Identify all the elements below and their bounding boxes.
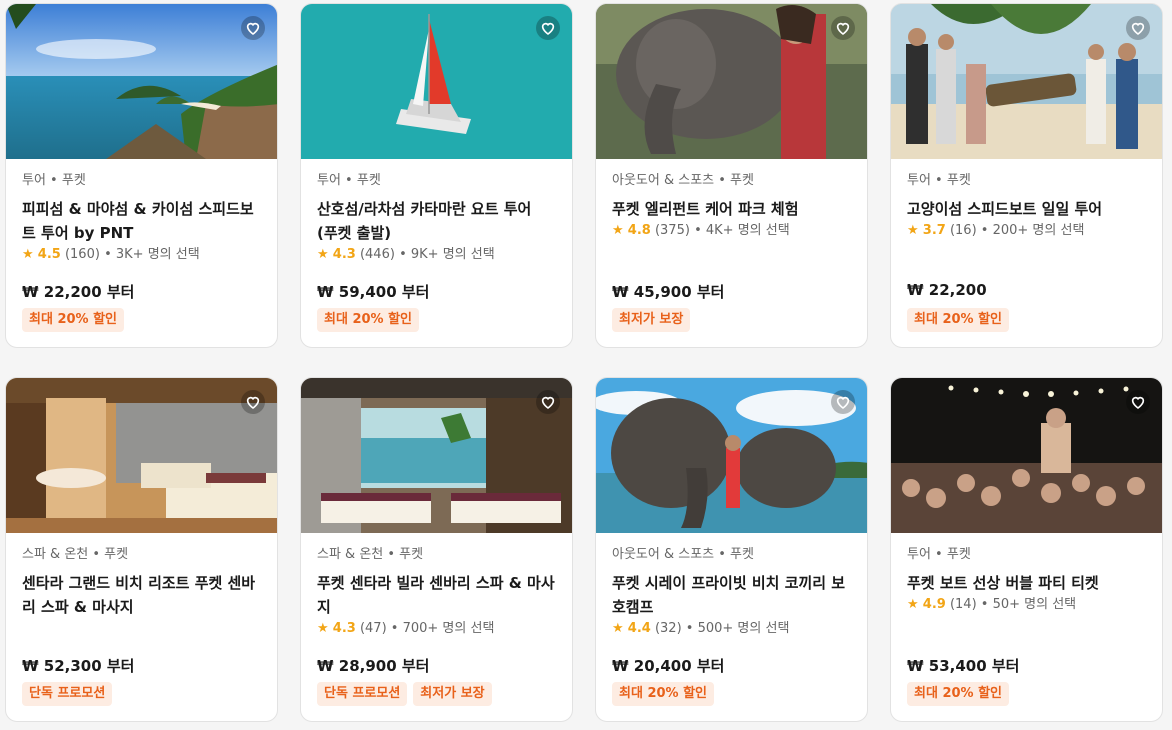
category-label: 투어 • 푸켓	[907, 547, 971, 562]
price: ₩ 53,400 부터	[907, 657, 1020, 675]
rating-score: 4.8	[627, 223, 651, 238]
promo-badge: 최저가 보장	[612, 308, 691, 332]
price: ₩ 59,400 부터	[317, 283, 430, 301]
activity-card[interactable]: 투어 • 푸켓 산호섬/라차섬 카타마란 요트 투어 (푸켓 출발) ★ 4.3…	[300, 3, 573, 348]
promo-badge: 최대 20% 할인	[907, 308, 1010, 332]
rating-score: 4.9	[922, 597, 946, 612]
price: ₩ 52,300 부터	[22, 657, 135, 675]
activity-card[interactable]: 아웃도어 & 스포츠 • 푸켓 푸켓 시레이 프라이빗 비치 코끼리 보호캠프 …	[595, 377, 868, 722]
rating-score: 4.3	[332, 247, 356, 262]
rating-score: 3.7	[922, 223, 946, 238]
promo-badge: 최대 20% 할인	[612, 682, 715, 706]
wishlist-heart-icon[interactable]	[536, 16, 560, 40]
booking-count: • 500+ 명의 선택	[685, 621, 790, 636]
activity-title[interactable]: 산호섬/라차섬 카타마란 요트 투어 (푸켓 출발)	[317, 197, 556, 245]
category-label: 아웃도어 & 스포츠 • 푸켓	[612, 173, 754, 188]
category-label: 아웃도어 & 스포츠 • 푸켓	[612, 547, 754, 562]
rating-row: ★ 4.9 (14) • 50+ 명의 선택	[907, 596, 1146, 614]
spa-room-photo[interactable]	[6, 378, 277, 533]
activity-title[interactable]: 센타라 그랜드 비치 리조트 푸켓 센바리 스파 & 마사지	[22, 571, 261, 619]
booking-count: • 200+ 명의 선택	[980, 223, 1085, 238]
elephant-beach-photo[interactable]	[596, 378, 867, 533]
activity-title[interactable]: 푸켓 센타라 빌라 센바리 스파 & 마사지	[317, 571, 556, 619]
wishlist-heart-icon[interactable]	[1126, 16, 1150, 40]
booking-count: • 700+ 명의 선택	[390, 621, 495, 636]
rating-row: ★ 4.3 (47) • 700+ 명의 선택	[317, 620, 556, 638]
rating-score: 4.3	[332, 621, 356, 636]
review-count: (14)	[949, 597, 977, 612]
star-icon: ★	[317, 247, 329, 262]
review-count: (160)	[64, 247, 100, 262]
promo-badge: 단독 프로모션	[317, 682, 408, 706]
activity-card[interactable]: 스파 & 온천 • 푸켓 센타라 그랜드 비치 리조트 푸켓 센바리 스파 & …	[5, 377, 278, 722]
booking-count: • 50+ 명의 선택	[980, 597, 1077, 612]
star-icon: ★	[907, 597, 919, 612]
booking-count: • 3K+ 명의 선택	[104, 247, 200, 262]
activity-card[interactable]: 아웃도어 & 스포츠 • 푸켓 푸켓 엘리펀트 케어 파크 체험 ★ 4.8 (…	[595, 3, 868, 348]
category-label: 스파 & 온천 • 푸켓	[22, 547, 129, 562]
rating-row: ★ 4.5 (160) • 3K+ 명의 선택	[22, 246, 261, 264]
rating-score: 4.5	[37, 247, 61, 262]
review-count: (47)	[359, 621, 387, 636]
price: ₩ 20,400 부터	[612, 657, 725, 675]
promo-badge: 단독 프로모션	[22, 682, 113, 706]
review-count: (446)	[359, 247, 395, 262]
star-icon: ★	[907, 223, 919, 238]
wishlist-heart-icon[interactable]	[1126, 390, 1150, 414]
category-label: 투어 • 푸켓	[907, 173, 971, 188]
activity-card[interactable]: 스파 & 온천 • 푸켓 푸켓 센타라 빌라 센바리 스파 & 마사지 ★ 4.…	[300, 377, 573, 722]
booking-count: • 4K+ 명의 선택	[694, 223, 790, 238]
booking-count: • 9K+ 명의 선택	[399, 247, 495, 262]
catamaran-photo[interactable]	[301, 4, 572, 159]
price: ₩ 22,200	[907, 281, 987, 299]
promo-badge: 최대 20% 할인	[317, 308, 420, 332]
boat-party-photo[interactable]	[891, 378, 1162, 533]
rating-row: ★ 4.3 (446) • 9K+ 명의 선택	[317, 246, 556, 264]
group-island-photo[interactable]	[891, 4, 1162, 159]
wishlist-heart-icon[interactable]	[831, 16, 855, 40]
star-icon: ★	[317, 621, 329, 636]
review-count: (32)	[654, 621, 682, 636]
review-count: (16)	[949, 223, 977, 238]
promo-badge: 최저가 보장	[413, 682, 492, 706]
price: ₩ 28,900 부터	[317, 657, 430, 675]
star-icon: ★	[22, 247, 34, 262]
price: ₩ 45,900 부터	[612, 283, 725, 301]
promo-badge: 최대 20% 할인	[22, 308, 125, 332]
rating-row: ★ 4.4 (32) • 500+ 명의 선택	[612, 620, 851, 638]
elephant-photo[interactable]	[596, 4, 867, 159]
review-count: (375)	[654, 223, 690, 238]
activity-title[interactable]: 피피섬 & 마야섬 & 카이섬 스피드보트 투어 by PNT	[22, 197, 261, 245]
rating-row: ★ 4.8 (375) • 4K+ 명의 선택	[612, 222, 851, 240]
star-icon: ★	[612, 223, 624, 238]
activity-card[interactable]: 투어 • 푸켓 고양이섬 스피드보트 일일 투어 ★ 3.7 (16) • 20…	[890, 3, 1163, 348]
price: ₩ 22,200 부터	[22, 283, 135, 301]
island-coast-photo[interactable]	[6, 4, 277, 159]
category-label: 스파 & 온천 • 푸켓	[317, 547, 424, 562]
wishlist-heart-icon[interactable]	[831, 390, 855, 414]
wishlist-heart-icon[interactable]	[241, 16, 265, 40]
category-label: 투어 • 푸켓	[317, 173, 381, 188]
category-label: 투어 • 푸켓	[22, 173, 86, 188]
activity-card[interactable]: 투어 • 푸켓 피피섬 & 마야섬 & 카이섬 스피드보트 투어 by PNT …	[5, 3, 278, 348]
rating-score: 4.4	[627, 621, 651, 636]
promo-badge: 최대 20% 할인	[907, 682, 1010, 706]
wishlist-heart-icon[interactable]	[536, 390, 560, 414]
rating-row: ★ 3.7 (16) • 200+ 명의 선택	[907, 222, 1146, 240]
spa-villa-photo[interactable]	[301, 378, 572, 533]
wishlist-heart-icon[interactable]	[241, 390, 265, 414]
star-icon: ★	[612, 621, 624, 636]
activity-title[interactable]: 푸켓 시레이 프라이빗 비치 코끼리 보호캠프	[612, 571, 851, 619]
activity-card[interactable]: 투어 • 푸켓 푸켓 보트 선상 버블 파티 티켓 ★ 4.9 (14) • 5…	[890, 377, 1163, 722]
